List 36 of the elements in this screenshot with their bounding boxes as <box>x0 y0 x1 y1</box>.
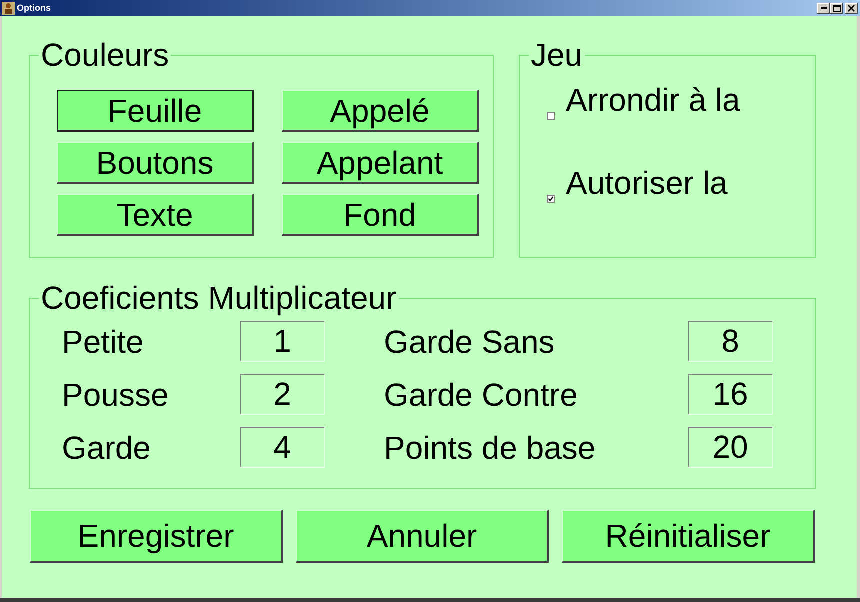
field-label: Points de base <box>384 432 597 464</box>
app-icon <box>2 2 15 14</box>
color-button[interactable]: Feuille <box>57 90 254 132</box>
field-label: Garde Sans <box>384 326 556 358</box>
action-button[interactable]: Réinitialiser <box>562 510 815 563</box>
color-button[interactable]: Appelant <box>282 142 479 184</box>
maximize-button[interactable] <box>830 2 843 14</box>
minimize-button[interactable] <box>817 2 830 14</box>
field-label: Garde Contre <box>384 378 579 410</box>
minimize-icon <box>820 7 826 9</box>
color-button[interactable]: Fond <box>282 194 479 236</box>
color-button[interactable]: Appelé <box>282 90 479 132</box>
number-field[interactable]: 1 <box>240 321 325 362</box>
color-button[interactable]: Texte <box>57 194 254 236</box>
number-field[interactable]: 8 <box>688 321 773 362</box>
maximize-icon <box>832 4 840 12</box>
number-field[interactable]: 16 <box>688 374 773 415</box>
checkbox-label: Arrondir à la <box>566 84 740 116</box>
group-title: Jeu <box>530 39 584 71</box>
action-button[interactable]: Enregistrer <box>30 510 283 563</box>
field-label: Pousse <box>62 378 170 410</box>
group-title: Couleurs <box>40 39 170 71</box>
field-label: Petite <box>62 326 145 358</box>
number-field[interactable]: 2 <box>240 374 325 415</box>
checkbox[interactable] <box>547 112 555 120</box>
window-title: Options <box>17 4 51 12</box>
group-title: Coeficients Multiplicateur <box>40 282 398 314</box>
checkbox[interactable] <box>547 195 555 203</box>
checkbox-label: Autoriser la <box>566 167 728 199</box>
action-button[interactable]: Annuler <box>296 510 549 563</box>
number-field[interactable]: 4 <box>240 427 325 468</box>
color-button[interactable]: Boutons <box>57 142 254 184</box>
close-icon <box>848 4 855 12</box>
number-field[interactable]: 20 <box>688 427 773 468</box>
close-button[interactable] <box>845 2 858 14</box>
field-label: Garde <box>62 432 152 464</box>
